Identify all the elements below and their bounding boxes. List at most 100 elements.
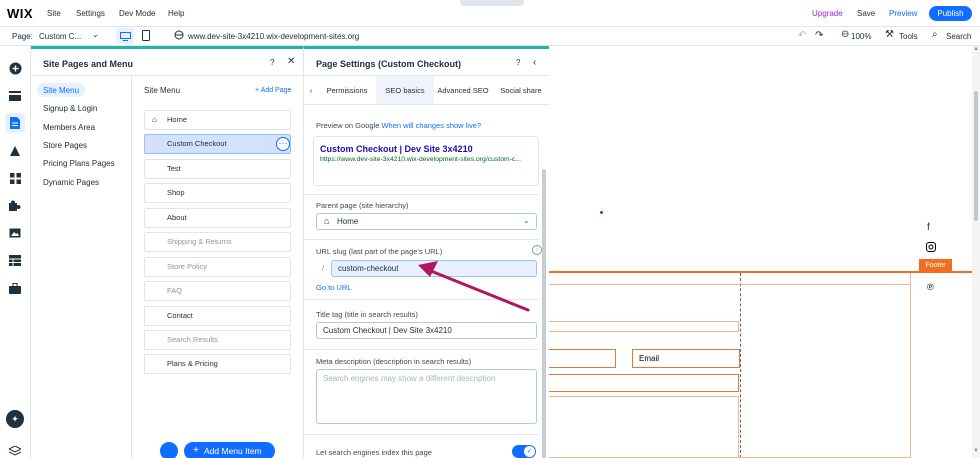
menu-dev-mode[interactable]: Dev Mode	[119, 9, 155, 18]
page-item[interactable]: Shipping & Returns	[144, 232, 291, 252]
ai-assistant-icon[interactable]: ✦	[6, 410, 24, 428]
page-settings-panel: Page Settings (Custom Checkout) ? ‹ ‹ Pe…	[303, 46, 550, 458]
google-preview-label: Preview on Google When will changes show…	[316, 121, 482, 130]
menu-site[interactable]: Site	[47, 9, 61, 18]
page-item[interactable]: Search Results	[144, 330, 291, 350]
tab-seo-basics[interactable]: SEO basics	[376, 76, 434, 104]
design-icon[interactable]	[8, 144, 22, 158]
canvas-scrollbar[interactable]: ▲ ▼	[972, 46, 980, 458]
page-label: Test	[167, 164, 181, 173]
search-button[interactable]: Search	[946, 32, 971, 41]
changes-live-link[interactable]: When will changes show live?	[381, 121, 481, 130]
puzzle-icon[interactable]	[8, 199, 22, 213]
tab-advanced-seo[interactable]: Advanced SEO	[434, 76, 492, 104]
layers-icon[interactable]	[8, 444, 22, 458]
info-icon[interactable]: i	[532, 245, 542, 255]
pinterest-icon[interactable]: ℗	[927, 282, 934, 292]
meta-description-input[interactable]: Search engines may show a different desc…	[316, 369, 537, 424]
divider	[304, 194, 539, 195]
top-handle[interactable]	[460, 0, 524, 6]
publish-button[interactable]: Publish	[929, 6, 972, 21]
undo-icon[interactable]: ↶	[798, 30, 806, 41]
redo-icon[interactable]: ↷	[815, 30, 823, 41]
page-item[interactable]: Contact	[144, 306, 291, 326]
business-icon[interactable]	[8, 281, 22, 295]
tab-social-share[interactable]: Social share	[492, 76, 550, 104]
page-item[interactable]: Shop	[144, 183, 291, 203]
slug-prefix: /	[322, 264, 325, 273]
site-menu-header: Site Menu	[144, 86, 181, 95]
instagram-icon[interactable]	[926, 242, 936, 254]
panel-title: Page Settings (Custom Checkout)	[316, 59, 462, 69]
collapse-icon[interactable]: ‹	[533, 57, 536, 68]
panel-title: Site Pages and Menu	[43, 59, 134, 69]
scroll-up-icon[interactable]: ▲	[973, 46, 979, 52]
tools-button[interactable]: Tools	[899, 32, 918, 41]
facebook-icon[interactable]: f	[927, 222, 930, 233]
add-page-link[interactable]: + Add Page	[255, 87, 291, 94]
site-canvas[interactable]: f ℗ Footer Email	[549, 46, 980, 458]
title-tag-input[interactable]: Custom Checkout | Dev Site 3x4210	[316, 322, 537, 339]
meta-description-label: Meta description (description in search …	[316, 357, 472, 366]
page-item[interactable]: About	[144, 208, 291, 228]
mobile-view-button[interactable]	[142, 30, 150, 43]
more-actions-icon[interactable]: ···	[276, 137, 290, 151]
wix-logo[interactable]: WIX	[7, 6, 33, 21]
page-label: About	[167, 213, 187, 222]
scroll-down-icon[interactable]: ▼	[973, 448, 979, 454]
email-field[interactable]: Email	[632, 349, 740, 368]
title-tag-label: Title tag (title in search results)	[316, 310, 418, 319]
page-dropdown[interactable]: Custom C...	[39, 32, 81, 41]
menu-help[interactable]: Help	[168, 9, 184, 18]
apps-icon[interactable]	[8, 171, 22, 185]
desktop-view-button[interactable]	[116, 28, 134, 44]
category-pricing-plans[interactable]: Pricing Plans Pages	[43, 159, 115, 168]
footer-badge[interactable]: Footer	[919, 259, 952, 272]
divider	[304, 434, 539, 435]
search-icon[interactable]: ⌕	[932, 29, 938, 40]
page-item-home[interactable]: ⌂ Home	[144, 110, 291, 130]
google-preview-title: Custom Checkout | Dev Site 3x4210	[320, 144, 473, 154]
menu-settings[interactable]: Settings	[76, 9, 105, 18]
help-icon[interactable]: ?	[516, 58, 520, 67]
page-item-custom-checkout[interactable]: Custom Checkout ···	[144, 134, 291, 154]
go-to-url-link[interactable]: Go to URL	[316, 283, 351, 292]
form-field[interactable]	[549, 396, 739, 458]
form-field[interactable]	[549, 349, 616, 368]
media-icon[interactable]	[8, 226, 22, 240]
category-members-area[interactable]: Members Area	[43, 123, 95, 132]
add-icon[interactable]	[8, 61, 22, 75]
sections-icon[interactable]	[8, 89, 22, 103]
zoom-level[interactable]: 100%	[851, 32, 871, 41]
page-item[interactable]: Test	[144, 159, 291, 179]
cms-icon[interactable]	[8, 253, 22, 267]
chevron-down-icon[interactable]: ⌄	[92, 30, 99, 39]
add-menu-item-button[interactable]: + Add Menu Item	[184, 442, 275, 458]
scroll-thumb[interactable]	[974, 91, 978, 221]
tabs-back-icon[interactable]: ‹	[304, 76, 318, 104]
tools-icon[interactable]: ⚒	[885, 29, 894, 40]
pages-icon[interactable]	[5, 113, 25, 133]
close-icon[interactable]: ✕	[287, 56, 295, 67]
parent-page-dropdown[interactable]: ⌂ Home ⌄	[316, 213, 537, 230]
index-toggle[interactable]: ✓	[512, 445, 536, 458]
tab-permissions[interactable]: Permissions	[318, 76, 376, 104]
category-signup-login[interactable]: Signup & Login	[43, 104, 97, 113]
site-url[interactable]: www.dev-site-3x4210.wix-development-site…	[188, 32, 359, 41]
category-store-pages[interactable]: Store Pages	[43, 141, 87, 150]
page-item[interactable]: FAQ	[144, 281, 291, 301]
page-label: Custom Checkout	[167, 139, 227, 148]
zoom-icon[interactable]: ⊖	[841, 29, 849, 40]
preview-button[interactable]: Preview	[889, 9, 917, 18]
upgrade-link[interactable]: Upgrade	[812, 9, 843, 18]
category-dynamic-pages[interactable]: Dynamic Pages	[43, 178, 99, 187]
page-item[interactable]: Store Policy	[144, 257, 291, 277]
page-item[interactable]: Plans & Pricing	[144, 354, 291, 374]
category-site-menu[interactable]: Site Menu	[43, 86, 79, 95]
form-field[interactable]	[549, 374, 739, 392]
help-icon[interactable]: ?	[270, 58, 274, 67]
panel-scrollbar[interactable]	[542, 169, 546, 458]
form-row[interactable]	[549, 321, 739, 332]
help-bubble-icon[interactable]	[160, 442, 178, 458]
save-button[interactable]: Save	[857, 9, 875, 18]
